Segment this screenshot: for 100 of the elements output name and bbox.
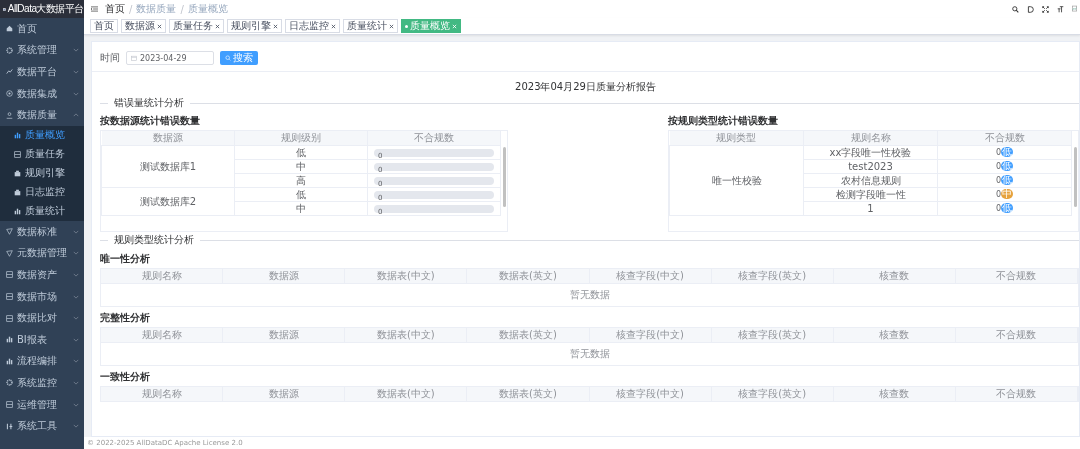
doc-icon <box>6 314 13 322</box>
scrollbar[interactable] <box>503 147 506 207</box>
menu-item[interactable]: 数据标准 <box>0 220 84 243</box>
count-text: 0 <box>995 204 1002 213</box>
close-icon[interactable] <box>331 23 336 29</box>
column-header: 规则名称 <box>101 387 224 401</box>
date-field[interactable]: 2023-04-29 <box>126 51 214 65</box>
search-icon[interactable] <box>1012 5 1019 13</box>
chevron-icon <box>73 380 79 385</box>
table-cell: 高 <box>234 173 368 188</box>
column-header: 数据表(英文) <box>467 387 590 401</box>
empty-text: 暂无数据 <box>569 288 610 302</box>
empty-text: 暂无数据 <box>569 347 610 361</box>
chevron-icon <box>73 359 79 364</box>
column-header: 数据表(英文) <box>467 269 590 283</box>
table-cell: 检测字段唯一性 <box>803 187 938 202</box>
section-title: 规则类型统计分析 <box>113 233 195 247</box>
fullscreen-icon[interactable] <box>1042 5 1049 13</box>
column-header: 规则名称 <box>101 269 224 283</box>
table-cell: 测试数据库1 <box>101 145 235 188</box>
menu-item[interactable]: 首页 <box>0 18 84 40</box>
table-cell: 唯一性校验 <box>669 145 804 216</box>
table-title: 按数据源统计错误数量 <box>100 114 201 127</box>
menu-item[interactable]: 系统管理 <box>0 39 84 62</box>
chevron-icon <box>73 48 79 53</box>
chevron-icon <box>73 337 79 342</box>
menu-icon[interactable] <box>91 6 98 12</box>
chevron-icon <box>73 91 79 96</box>
column-header: 核查数 <box>833 328 956 342</box>
menu-item[interactable]: 数据质量 <box>0 104 84 126</box>
column-header: 数据源 <box>223 269 346 283</box>
menu-item[interactable]: BI报表 <box>0 328 84 351</box>
chevron-icon <box>73 316 79 321</box>
gear-icon <box>6 46 13 54</box>
column-header: 核查数 <box>833 387 956 401</box>
count-text: 0 <box>995 190 1002 199</box>
close-icon[interactable] <box>157 23 162 29</box>
column-header: 数据源 <box>101 131 235 146</box>
app-title: AllData大数据平台 <box>7 2 84 16</box>
column-header: 规则类型 <box>669 131 804 146</box>
section-title: 错误量统计分析 <box>113 96 185 110</box>
close-icon[interactable] <box>215 23 220 29</box>
flag-icon <box>6 249 13 257</box>
target-icon <box>6 90 13 98</box>
tab[interactable]: 规则引擎 <box>227 19 282 33</box>
column-header: 不合规数 <box>367 131 501 146</box>
close-icon[interactable] <box>389 23 394 29</box>
count-text: 0 <box>995 162 1002 171</box>
column-header: 数据源 <box>223 328 346 342</box>
gear-icon <box>6 379 13 387</box>
column-header: 不合规数 <box>955 387 1078 401</box>
menu-item[interactable]: 数据集成 <box>0 82 84 105</box>
table-cell: 低 <box>234 145 368 160</box>
column-header: 数据表(中文) <box>345 328 468 342</box>
tab[interactable]: 首页 <box>90 19 118 33</box>
table-title: 唯一性分析 <box>100 252 151 265</box>
menu-item[interactable]: 数据资产 <box>0 264 84 286</box>
breadcrumb-separator: / <box>180 3 184 15</box>
level-badge: 中 <box>1001 189 1014 199</box>
table-cell: xx字段唯一性校验 <box>803 145 938 160</box>
column-header: 数据表(中文) <box>345 387 468 401</box>
submenu-item[interactable]: 质量概览 <box>0 125 84 145</box>
menu-item[interactable]: 运维管理 <box>0 393 84 416</box>
level-badge: 低 <box>1001 175 1014 185</box>
search-icon <box>225 55 231 61</box>
tab[interactable]: 数据源 <box>121 19 166 33</box>
person-icon <box>6 111 13 119</box>
count-text: 0 <box>995 148 1002 157</box>
column-header: 核查字段(中文) <box>589 269 712 283</box>
table-title: 一致性分析 <box>100 370 151 383</box>
count-text: 0 <box>995 176 1002 185</box>
doc-icon <box>14 150 21 158</box>
table-cell: 中 <box>234 159 368 174</box>
menu-item[interactable]: 数据平台 <box>0 61 84 83</box>
font-size-icon[interactable] <box>1057 5 1064 13</box>
breadcrumb-item[interactable]: 首页 <box>105 2 125 16</box>
menu-item[interactable]: 流程编排 <box>0 350 84 373</box>
tab[interactable]: 质量统计 <box>343 19 398 33</box>
column-header: 数据表(中文) <box>345 269 468 283</box>
table-cell: test2023 <box>803 159 938 174</box>
menu-item[interactable]: 数据比对 <box>0 307 84 329</box>
table-cell: 测试数据库2 <box>101 187 235 216</box>
menu-item[interactable]: 系统监控 <box>0 372 84 394</box>
menu-item[interactable]: 元数据管理 <box>0 242 84 265</box>
column-header: 规则名称 <box>101 328 224 342</box>
scrollbar[interactable] <box>1074 147 1077 207</box>
menu-item[interactable]: 系统工具 <box>0 415 84 437</box>
chevron-icon <box>73 113 79 118</box>
column-header: 核查数 <box>833 269 956 283</box>
chevron-icon <box>73 229 79 234</box>
house-icon <box>6 25 13 33</box>
chevron-icon <box>73 272 79 277</box>
table-title: 按规则类型统计错误数量 <box>668 114 779 127</box>
close-icon[interactable] <box>273 23 278 29</box>
tab[interactable]: 质量任务 <box>169 19 224 33</box>
tab[interactable]: 日志监控 <box>285 19 340 33</box>
menu-item[interactable]: 数据市场 <box>0 285 84 308</box>
column-header: 不合规数 <box>955 328 1078 342</box>
breadcrumb-separator: / <box>129 3 133 15</box>
column-header: 核查字段(英文) <box>711 387 834 401</box>
